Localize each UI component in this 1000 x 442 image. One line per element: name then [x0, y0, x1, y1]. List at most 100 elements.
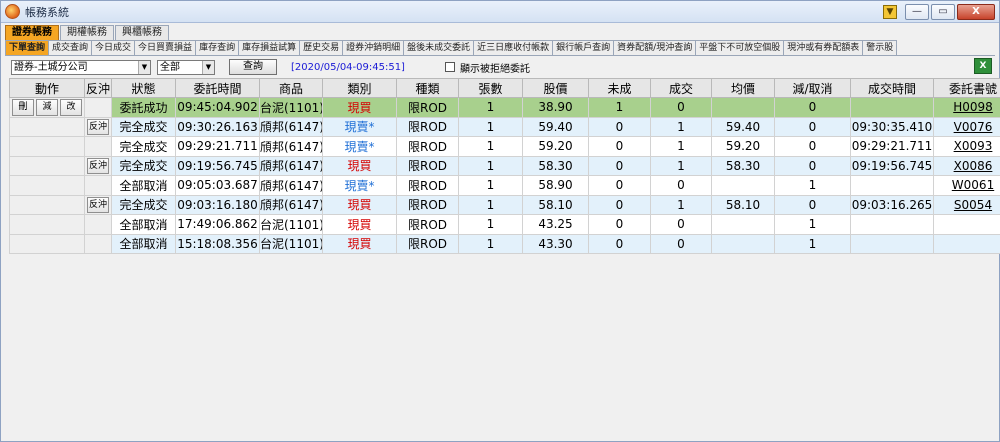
cell-price: 58.90 — [522, 175, 589, 196]
column-header[interactable]: 成交時間 — [850, 78, 934, 98]
cell-category: 現買 — [322, 97, 397, 118]
column-header[interactable]: 張數 — [458, 78, 523, 98]
tab-sub-4[interactable]: 庫存查詢 — [195, 40, 240, 55]
tab-sub-6[interactable]: 歷史交易 — [299, 40, 344, 55]
column-header[interactable]: 狀態 — [111, 78, 176, 98]
tab-futures[interactable]: 期權帳務 — [60, 25, 114, 40]
window-title: 帳務系統 — [25, 5, 69, 19]
cell-filled: 0 — [650, 175, 712, 196]
tab-sub-12[interactable]: 平盤下不可放空個股 — [695, 40, 785, 55]
action-cell — [9, 214, 85, 235]
cell-fill-time: 09:29:21.711 — [850, 136, 934, 157]
column-header[interactable]: 種類 — [396, 78, 459, 98]
tab-sub-9[interactable]: 近三日應收付帳款 — [473, 40, 554, 55]
cell-price: 59.20 — [522, 136, 589, 157]
column-header[interactable]: 減/取消 — [774, 78, 851, 98]
cell-status: 完全成交 — [111, 136, 176, 157]
cell-fill-time — [850, 175, 934, 196]
cell-price: 43.30 — [522, 233, 589, 254]
column-header[interactable]: 類別 — [322, 78, 397, 98]
tab-sub-3[interactable]: 今日買賣損益 — [134, 40, 197, 55]
cell-order-no[interactable]: X0086 — [933, 155, 1000, 176]
cell-order-no[interactable]: V0076 — [933, 116, 1000, 137]
cell-order-no[interactable]: H0098 — [933, 97, 1000, 118]
tab-sub-11[interactable]: 資券配額/現沖查詢 — [613, 40, 697, 55]
modify-order-button[interactable]: 改 — [60, 99, 82, 117]
cell-lots: 1 — [458, 233, 523, 254]
cell-product: 頎邦(6147) — [259, 155, 323, 176]
minimize-button[interactable]: — — [905, 3, 929, 20]
show-rejected-checkbox[interactable] — [444, 62, 455, 72]
reverse-cell: 反沖 — [84, 116, 112, 137]
tab-sub-1[interactable]: 成交查詢 — [48, 40, 93, 55]
cell-order-no[interactable]: W0061 — [933, 175, 1000, 196]
table-row[interactable]: 全部取消 17:49:06.862 台泥(1101) 現買 限ROD 1 43.25 0 0 1 — [9, 214, 1000, 235]
reverse-cell — [84, 214, 112, 235]
column-header[interactable]: 未成 — [588, 78, 651, 98]
cell-category: 現買 — [322, 233, 397, 254]
table-row[interactable]: 反沖 完全成交 09:03:16.180 頎邦(6147) 現買 限ROD 1 58.10 0 1… — [9, 194, 1000, 215]
column-header[interactable]: 商品 — [259, 78, 323, 98]
column-header[interactable]: 動作 — [9, 78, 85, 98]
table-row[interactable]: 全部取消 15:18:08.356 台泥(1101) 現買 限ROD 1 43.30 0 0 1 — [9, 233, 1000, 254]
cell-unfilled: 0 — [588, 155, 651, 176]
cell-filled: 0 — [650, 214, 712, 235]
app-logo-icon — [5, 4, 20, 19]
pin-icon[interactable]: ▼ — [883, 4, 897, 19]
account-select[interactable]: 證券-土城分公司 ▼ — [11, 59, 151, 75]
table-row[interactable]: 反沖 完全成交 09:19:56.745 頎邦(6147) 現買 限ROD 1 58.30 0 1… — [9, 155, 1000, 176]
cell-price: 58.10 — [522, 194, 589, 215]
cell-order-no[interactable]: S0054 — [933, 194, 1000, 215]
tab-sub-14[interactable]: 警示股 — [862, 40, 898, 55]
reverse-button[interactable]: 反沖 — [87, 197, 109, 214]
tab-securities[interactable]: 證券帳務 — [5, 25, 59, 40]
cell-cancel: 1 — [774, 175, 851, 196]
cell-price: 58.30 — [522, 155, 589, 176]
reverse-button[interactable]: 反沖 — [87, 119, 109, 136]
filter-select-value: 全部 — [160, 61, 180, 73]
cell-status: 全部取消 — [111, 175, 176, 196]
reverse-cell — [84, 233, 112, 254]
column-header[interactable]: 成交 — [650, 78, 712, 98]
filter-select[interactable]: 全部 ▼ — [157, 59, 215, 75]
cell-category: 現買 — [322, 214, 397, 235]
reduce-order-button[interactable]: 減 — [36, 99, 58, 117]
column-header[interactable]: 委託書號 — [933, 78, 1000, 98]
restore-button[interactable]: ▭ — [931, 3, 955, 20]
column-header[interactable]: 委託時間 — [175, 78, 260, 98]
table-row[interactable]: 完全成交 09:29:21.711 頎邦(6147) 現賣* 限ROD 1 59.20 0 1 5… — [9, 136, 1000, 157]
table-row[interactable]: 全部取消 09:05:03.687 頎邦(6147) 現賣* 限ROD 1 58.90 0 0 1… — [9, 175, 1000, 196]
cell-product: 台泥(1101) — [259, 97, 323, 118]
tab-emerging[interactable]: 興櫃帳務 — [115, 25, 169, 40]
close-button[interactable]: X — [957, 3, 995, 20]
tab-sub-8[interactable]: 盤後未成交委託 — [403, 40, 475, 55]
cell-order-no[interactable] — [933, 214, 1000, 235]
action-cell — [9, 194, 85, 215]
delete-order-button[interactable]: 刪 — [12, 99, 34, 117]
cell-order-no[interactable] — [933, 233, 1000, 254]
reverse-button[interactable]: 反沖 — [87, 158, 109, 175]
cell-lots: 1 — [458, 155, 523, 176]
query-button[interactable]: 查詢 — [229, 59, 277, 75]
column-header[interactable]: 股價 — [522, 78, 589, 98]
table-header: 動作 反沖 狀態 委託時間 商品 類別 種類 張數 股價 未成 成交 均價 減/取消 成交時間 委託書號 — [9, 78, 1000, 98]
cell-filled: 1 — [650, 194, 712, 215]
cell-fill-time: 09:03:16.265 — [850, 194, 934, 215]
tab-sub-13[interactable]: 現沖或有券配額表 — [783, 40, 864, 55]
tab-sub-0[interactable]: 下單查詢 — [5, 40, 50, 55]
cell-cancel: 1 — [774, 233, 851, 254]
cell-order-time: 09:19:56.745 — [175, 155, 260, 176]
cell-unfilled: 0 — [588, 194, 651, 215]
title-bar[interactable]: 帳務系統 ▼ — ▭ X — [1, 1, 999, 23]
cell-order-no[interactable]: X0093 — [933, 136, 1000, 157]
table-row[interactable]: 反沖 完全成交 09:30:26.163 頎邦(6147) 現賣* 限ROD 1 59.40 0… — [9, 116, 1000, 137]
tab-sub-7[interactable]: 證券沖銷明細 — [342, 40, 405, 55]
tab-sub-2[interactable]: 今日成交 — [91, 40, 136, 55]
column-header[interactable]: 反沖 — [84, 78, 112, 98]
tab-sub-5[interactable]: 庫存損益試算 — [238, 40, 301, 55]
table-row[interactable]: 刪減改委託成功 09:45:04.902 台泥(1101) 現買 限ROD 1 38.90 1… — [9, 97, 1000, 118]
cell-lots: 1 — [458, 194, 523, 215]
column-header[interactable]: 均價 — [711, 78, 775, 98]
tab-sub-10[interactable]: 銀行帳戶查詢 — [552, 40, 615, 55]
excel-export-icon[interactable]: X — [974, 58, 992, 74]
